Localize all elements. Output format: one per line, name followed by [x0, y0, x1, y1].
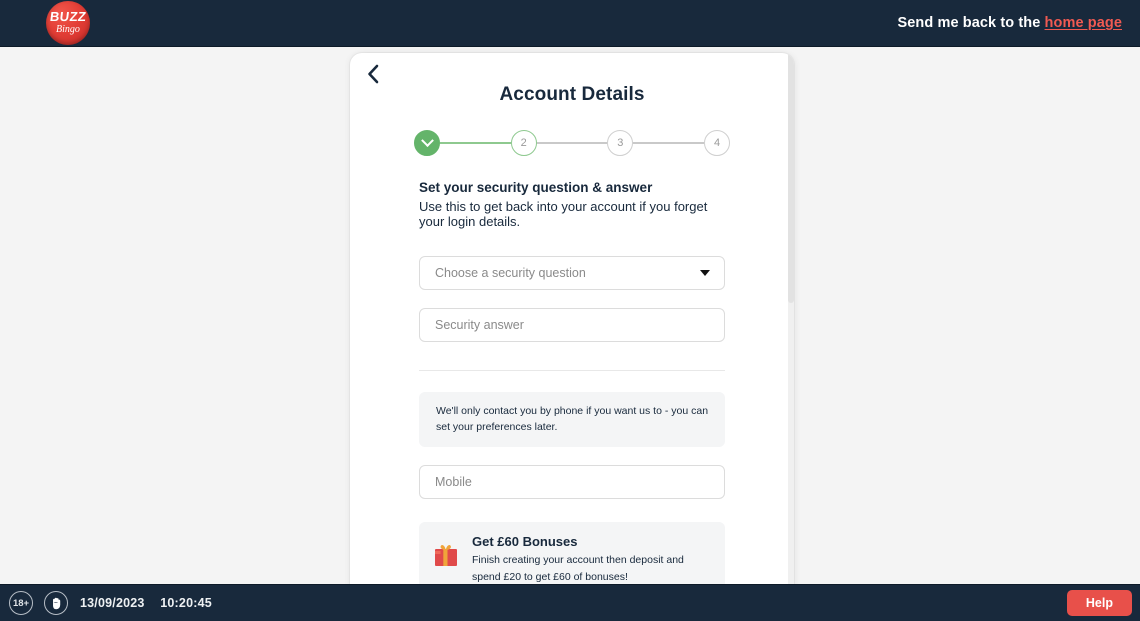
progress-stepper: 2 3 4: [414, 130, 731, 156]
back-button[interactable]: [358, 59, 388, 89]
caret-down-icon: [700, 270, 710, 276]
security-question-select[interactable]: Choose a security question: [419, 256, 725, 290]
age-rating-badge: 18+: [9, 591, 33, 615]
card-scroll-area: Account Details 2 3 4 Set your security …: [350, 53, 794, 621]
card-scrollbar[interactable]: [788, 53, 794, 621]
buzz-bingo-logo[interactable]: BUZZ Bingo: [46, 1, 90, 45]
app-footer: 18+ 13/09/2023 10:20:45 Help: [0, 584, 1140, 621]
section-subheading: Use this to get back into your account i…: [419, 199, 708, 229]
section-divider: [419, 370, 725, 371]
bonus-title: Get £60 Bonuses: [472, 534, 578, 549]
gift-icon: [433, 542, 459, 568]
stepper-step-1[interactable]: [414, 130, 440, 156]
page-body: Account Details 2 3 4 Set your security …: [0, 47, 1140, 621]
security-question-placeholder: Choose a security question: [435, 266, 586, 280]
phone-contact-note: We'll only contact you by phone if you w…: [419, 392, 725, 447]
header-back-label: Send me back to the: [897, 15, 1045, 31]
home-page-link[interactable]: home page: [1045, 15, 1122, 31]
chevron-down-icon: [420, 133, 434, 147]
security-answer-input[interactable]: Security answer: [419, 308, 725, 342]
bonus-text: Finish creating your account then deposi…: [472, 554, 684, 583]
hand-stop-icon: [52, 597, 60, 609]
security-answer-placeholder: Security answer: [435, 318, 524, 332]
stepper-step-3[interactable]: 3: [607, 130, 634, 156]
footer-date: 13/09/2023: [80, 596, 145, 610]
mobile-input[interactable]: Mobile: [419, 465, 725, 499]
mobile-placeholder: Mobile: [435, 475, 472, 489]
logo-text-bingo: Bingo: [56, 24, 80, 35]
stepper-connector-1: [440, 142, 511, 144]
card-scrollbar-thumb[interactable]: [788, 53, 794, 303]
stepper-connector-2: [536, 142, 608, 144]
stepper-step-4[interactable]: 4: [704, 130, 731, 156]
header-back-home: Send me back to the home page: [898, 15, 1123, 31]
footer-time: 10:20:45: [160, 596, 212, 610]
responsible-gambling-badge[interactable]: [44, 591, 68, 615]
stepper-connector-3: [633, 142, 705, 144]
account-details-card: Account Details 2 3 4 Set your security …: [350, 53, 794, 621]
stepper-step-2[interactable]: 2: [510, 130, 537, 156]
footer-datetime: 13/09/2023 10:20:45: [80, 596, 212, 610]
account-form: Set your security question & answer Use …: [350, 180, 794, 621]
chevron-left-icon: [367, 64, 378, 84]
help-button[interactable]: Help: [1066, 590, 1132, 616]
app-header: BUZZ Bingo Send me back to the home page: [0, 0, 1140, 47]
section-heading: Set your security question & answer: [419, 180, 653, 195]
page-title: Account Details: [499, 84, 645, 105]
bonus-copy: Get £60 Bonuses Finish creating your acc…: [472, 534, 711, 586]
logo-text-buzz: BUZZ: [48, 9, 88, 24]
